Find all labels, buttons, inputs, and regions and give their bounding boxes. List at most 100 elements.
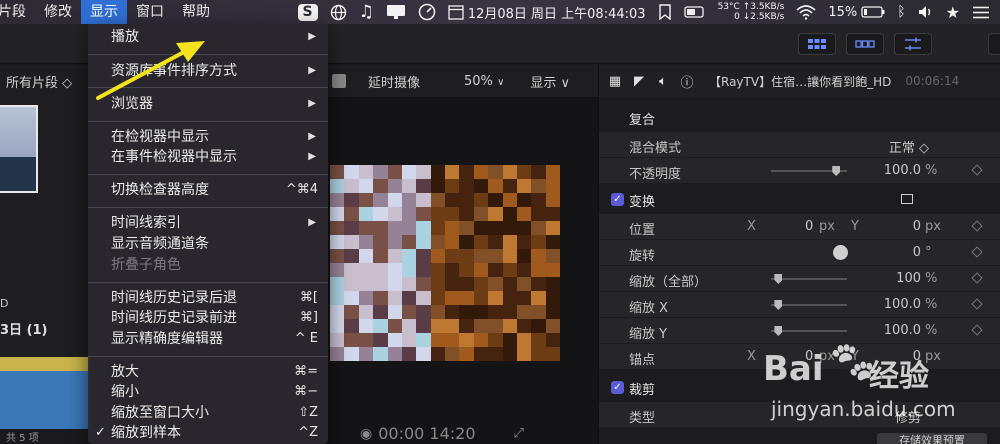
speaker-icon[interactable]: 🔈︎ [655,73,671,89]
section-composite[interactable]: 复合 [599,105,1000,131]
zoom-popup[interactable]: 50% ∨ [464,74,504,89]
menubar-clip[interactable]: 片段 [0,0,35,24]
video-pixel [531,347,547,361]
transform-overlay-icon[interactable] [901,194,913,204]
row-label: 缩放 Y [629,327,668,342]
video-pixel [416,291,432,306]
position-y-value[interactable]: 0 [913,219,921,234]
keyframe-icon[interactable] [971,298,983,310]
menu-item-zoom-to-samples[interactable]: ✓ 缩放到样本 ^Z [88,423,328,443]
video-pixel [531,305,547,320]
menu-item-label: 资源库事件排序方式 [111,63,237,79]
menu-item-timeline-index[interactable]: 时间线索引 ▶ [88,213,328,233]
menu-item-history-forward[interactable]: 时间线历史记录前进 ⌘] [88,308,328,328]
s-app-icon[interactable]: S [292,0,324,24]
view-options-popup[interactable]: 显示 ∨ [530,72,570,91]
menubar-window[interactable]: 窗口 [127,0,173,24]
color-icon[interactable]: ◤ [631,73,647,89]
video-pixel [531,333,547,348]
video-pixel [358,305,374,320]
watermark-brand: Bai [763,349,824,389]
browser-toggle-button[interactable] [798,33,836,55]
scale-x-slider[interactable] [771,300,847,310]
keyframe-icon[interactable] [971,272,983,284]
display-icon[interactable] [380,0,412,24]
section-transform[interactable]: ✓ 变换 [599,187,1000,213]
video-pixel [430,249,446,264]
bookmark-icon[interactable] [652,0,678,24]
row-blend-mode: 混合模式 正常 ◇ [599,131,1000,157]
clip-thumbnail-1[interactable] [0,105,38,193]
rotation-value[interactable]: 0 [913,245,921,260]
fullscreen-icon[interactable]: ⤢ [514,426,524,441]
slider-knob[interactable] [774,274,783,284]
menu-item-show-audio-lanes[interactable]: 显示音频通道条 [88,234,328,254]
keyframe-icon[interactable] [971,324,983,336]
clock[interactable]: 12月08日 周日 上午08:44:03 [442,0,652,24]
play-icon[interactable]: ◉ [360,426,372,442]
video-pixel [373,319,388,334]
timeline-toggle-button[interactable] [846,33,884,55]
wifi-icon[interactable] [790,0,822,24]
menubar-view[interactable]: 显示 [81,0,127,24]
video-pixel [473,179,489,194]
y-label: Y [851,219,859,234]
menu-item-history-back[interactable]: 时间线历史记录后退 ⌘[ [88,288,328,308]
keyframe-icon[interactable] [971,164,983,176]
menu-item-zoom-in[interactable]: 放大 ⌘= [88,362,328,382]
video-pixel [445,235,460,250]
star-icon[interactable]: ★ [940,0,966,24]
scale-y-slider[interactable] [771,326,847,336]
position-x-value[interactable]: 0 [805,219,813,234]
menu-item-precision-editor[interactable]: 显示精确度编辑器 ^ E [88,329,328,349]
rotation-dial[interactable] [833,245,848,260]
menubar-modify[interactable]: 修改 [35,0,81,24]
music-note-icon[interactable]: ♫ [353,0,380,24]
share-button[interactable] [988,33,1000,55]
menu-item-zoom-out[interactable]: 缩小 ⌘− [88,382,328,402]
browser-filter[interactable]: 所有片段 ◇ [0,65,92,97]
section-title: 变换 [629,194,656,210]
video-pixel [330,277,345,292]
menubar-help[interactable]: 帮助 [173,0,219,24]
section-title: 复合 [629,112,656,128]
network-monitor[interactable]: 53°C ↑3.5KB/s 0 ↓2.5KB/s [712,0,791,24]
bluetooth-icon[interactable]: ᛒ [891,0,911,24]
slider-knob[interactable] [774,300,783,310]
menu-item-playback[interactable]: 播放 ▶ [88,27,328,47]
battery-small-icon[interactable] [678,0,712,24]
video-pixel [358,207,374,222]
clip-thumbnail-2[interactable] [0,357,90,439]
opacity-value[interactable]: 100.0 [884,163,921,178]
crop-checkbox[interactable]: ✓ [611,381,624,394]
menu-list-icon[interactable] [966,0,1000,24]
row-label: 锚点 [629,353,656,368]
video-pixel [344,179,360,194]
info-icon[interactable]: ⓘ [679,73,695,91]
volume-icon[interactable] [912,0,940,24]
blend-mode-popup[interactable]: 正常 ◇ [889,137,929,156]
battery-status[interactable]: 15% [822,0,891,24]
menu-item-browser[interactable]: 浏览器 ▶ [88,94,328,114]
scale-x-value[interactable]: 100.0 [884,297,921,312]
film-icon[interactable]: ▦ [607,73,623,89]
menu-item-sort-events[interactable]: 资源库事件排序方式 ▶ [88,61,328,81]
speedometer-icon[interactable] [412,0,442,24]
scale-all-slider[interactable] [771,274,847,284]
menu-item-show-in-viewer[interactable]: 在检视器中显示 ▶ [88,127,328,147]
transform-checkbox[interactable]: ✓ [611,193,624,206]
video-pixel [373,165,388,180]
opacity-slider[interactable] [771,166,847,176]
keyframe-icon[interactable] [971,246,983,258]
menu-item-toggle-inspector-height[interactable]: 切换检查器高度 ^⌘4 [88,180,328,200]
keyframe-icon[interactable] [971,220,983,232]
scale-all-value[interactable]: 100 [896,271,921,286]
menu-item-label: 时间线历史记录后退 [111,290,237,306]
inspector-toggle-button[interactable] [894,33,932,55]
globe-icon[interactable] [324,0,353,24]
menu-item-show-in-event-viewer[interactable]: 在事件检视器中显示 ▶ [88,147,328,167]
video-pixel [387,235,403,250]
video-pixel [502,319,518,334]
menu-item-zoom-to-fit[interactable]: 缩放至窗口大小 ⇧Z [88,403,328,423]
slider-knob[interactable] [832,166,841,176]
